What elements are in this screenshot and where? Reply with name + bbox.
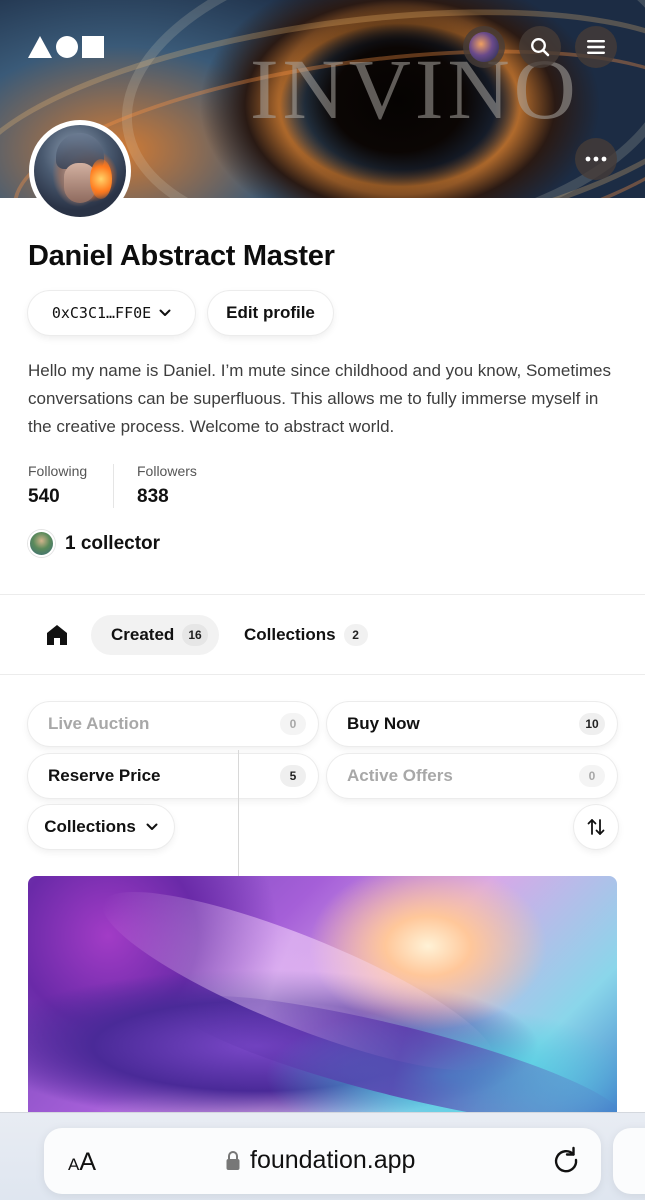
profile-avatar-image — [34, 125, 126, 217]
collections-dropdown[interactable]: Collections — [28, 805, 174, 849]
chevron-down-icon — [146, 823, 158, 830]
filter-count: 0 — [280, 713, 306, 735]
user-avatar-icon — [469, 32, 499, 62]
tab-created-count: 16 — [182, 624, 208, 646]
account-avatar-button[interactable] — [463, 26, 505, 68]
home-icon[interactable] — [44, 622, 70, 648]
sort-button[interactable] — [574, 805, 618, 849]
collector-count-text: 1 collector — [65, 532, 161, 554]
filter-active-offers[interactable]: Active Offers 0 — [327, 754, 617, 798]
lock-icon — [226, 1151, 240, 1170]
profile-bio: Hello my name is Daniel. I’m mute since … — [28, 361, 611, 436]
url-text[interactable]: foundation.app — [250, 1146, 415, 1175]
filter-label: Active Offers — [347, 766, 453, 785]
followers-count[interactable]: 838 — [137, 486, 169, 508]
divider — [0, 594, 645, 595]
stat-divider — [113, 464, 114, 508]
browser-toolbar: AA foundation.app — [0, 1112, 645, 1200]
wallet-address-button[interactable]: 0xC3C1…FF0E — [28, 291, 195, 335]
tab-collections[interactable]: Collections 2 — [236, 615, 368, 655]
filter-label: Reserve Price — [48, 766, 161, 785]
edit-profile-button[interactable]: Edit profile — [208, 291, 333, 335]
scroll-guide-line — [238, 750, 239, 876]
hamburger-menu-icon — [587, 40, 605, 54]
menu-button[interactable] — [575, 26, 617, 68]
wallet-address-text: 0xC3C1…FF0E — [51, 304, 152, 322]
sort-arrows-icon — [587, 819, 605, 835]
followers-label: Followers — [137, 463, 197, 479]
tab-collections-label: Collections — [244, 625, 336, 644]
filter-count: 0 — [579, 765, 605, 787]
collections-dropdown-label: Collections — [44, 817, 136, 836]
chevron-down-icon — [159, 309, 171, 316]
filter-live-auction[interactable]: Live Auction 0 — [28, 702, 318, 746]
search-button[interactable] — [519, 26, 561, 68]
address-bar[interactable]: AA foundation.app — [44, 1128, 601, 1194]
divider — [0, 674, 645, 675]
more-dots-icon — [585, 156, 607, 162]
tab-created-label: Created — [111, 625, 175, 644]
text-size-small: A — [68, 1155, 80, 1174]
following-count[interactable]: 540 — [28, 486, 60, 508]
collector-avatar — [28, 530, 55, 557]
filter-count: 10 — [579, 713, 605, 735]
filter-label: Buy Now — [347, 714, 420, 733]
profile-name: Daniel Abstract Master — [28, 240, 335, 272]
filter-reserve-price[interactable]: Reserve Price 5 — [28, 754, 318, 798]
text-size-button[interactable]: AA — [68, 1148, 96, 1177]
profile-avatar — [29, 120, 131, 222]
filter-label: Live Auction — [48, 714, 150, 733]
collectors-link[interactable]: 1 collector — [28, 530, 160, 557]
tab-created[interactable]: Created 16 — [91, 615, 219, 655]
avatar-fire-shape — [90, 159, 112, 199]
tab-collections-count: 2 — [343, 624, 368, 646]
more-options-button[interactable] — [575, 138, 617, 180]
artwork-card-image[interactable] — [28, 876, 617, 1136]
reload-icon[interactable] — [551, 1145, 581, 1175]
filter-count: 5 — [280, 765, 306, 787]
filter-buy-now[interactable]: Buy Now 10 — [327, 702, 617, 746]
next-tab-preview[interactable] — [613, 1128, 645, 1194]
search-icon — [531, 38, 550, 57]
following-label: Following — [28, 463, 88, 479]
foundation-logo-icon[interactable] — [28, 34, 106, 60]
